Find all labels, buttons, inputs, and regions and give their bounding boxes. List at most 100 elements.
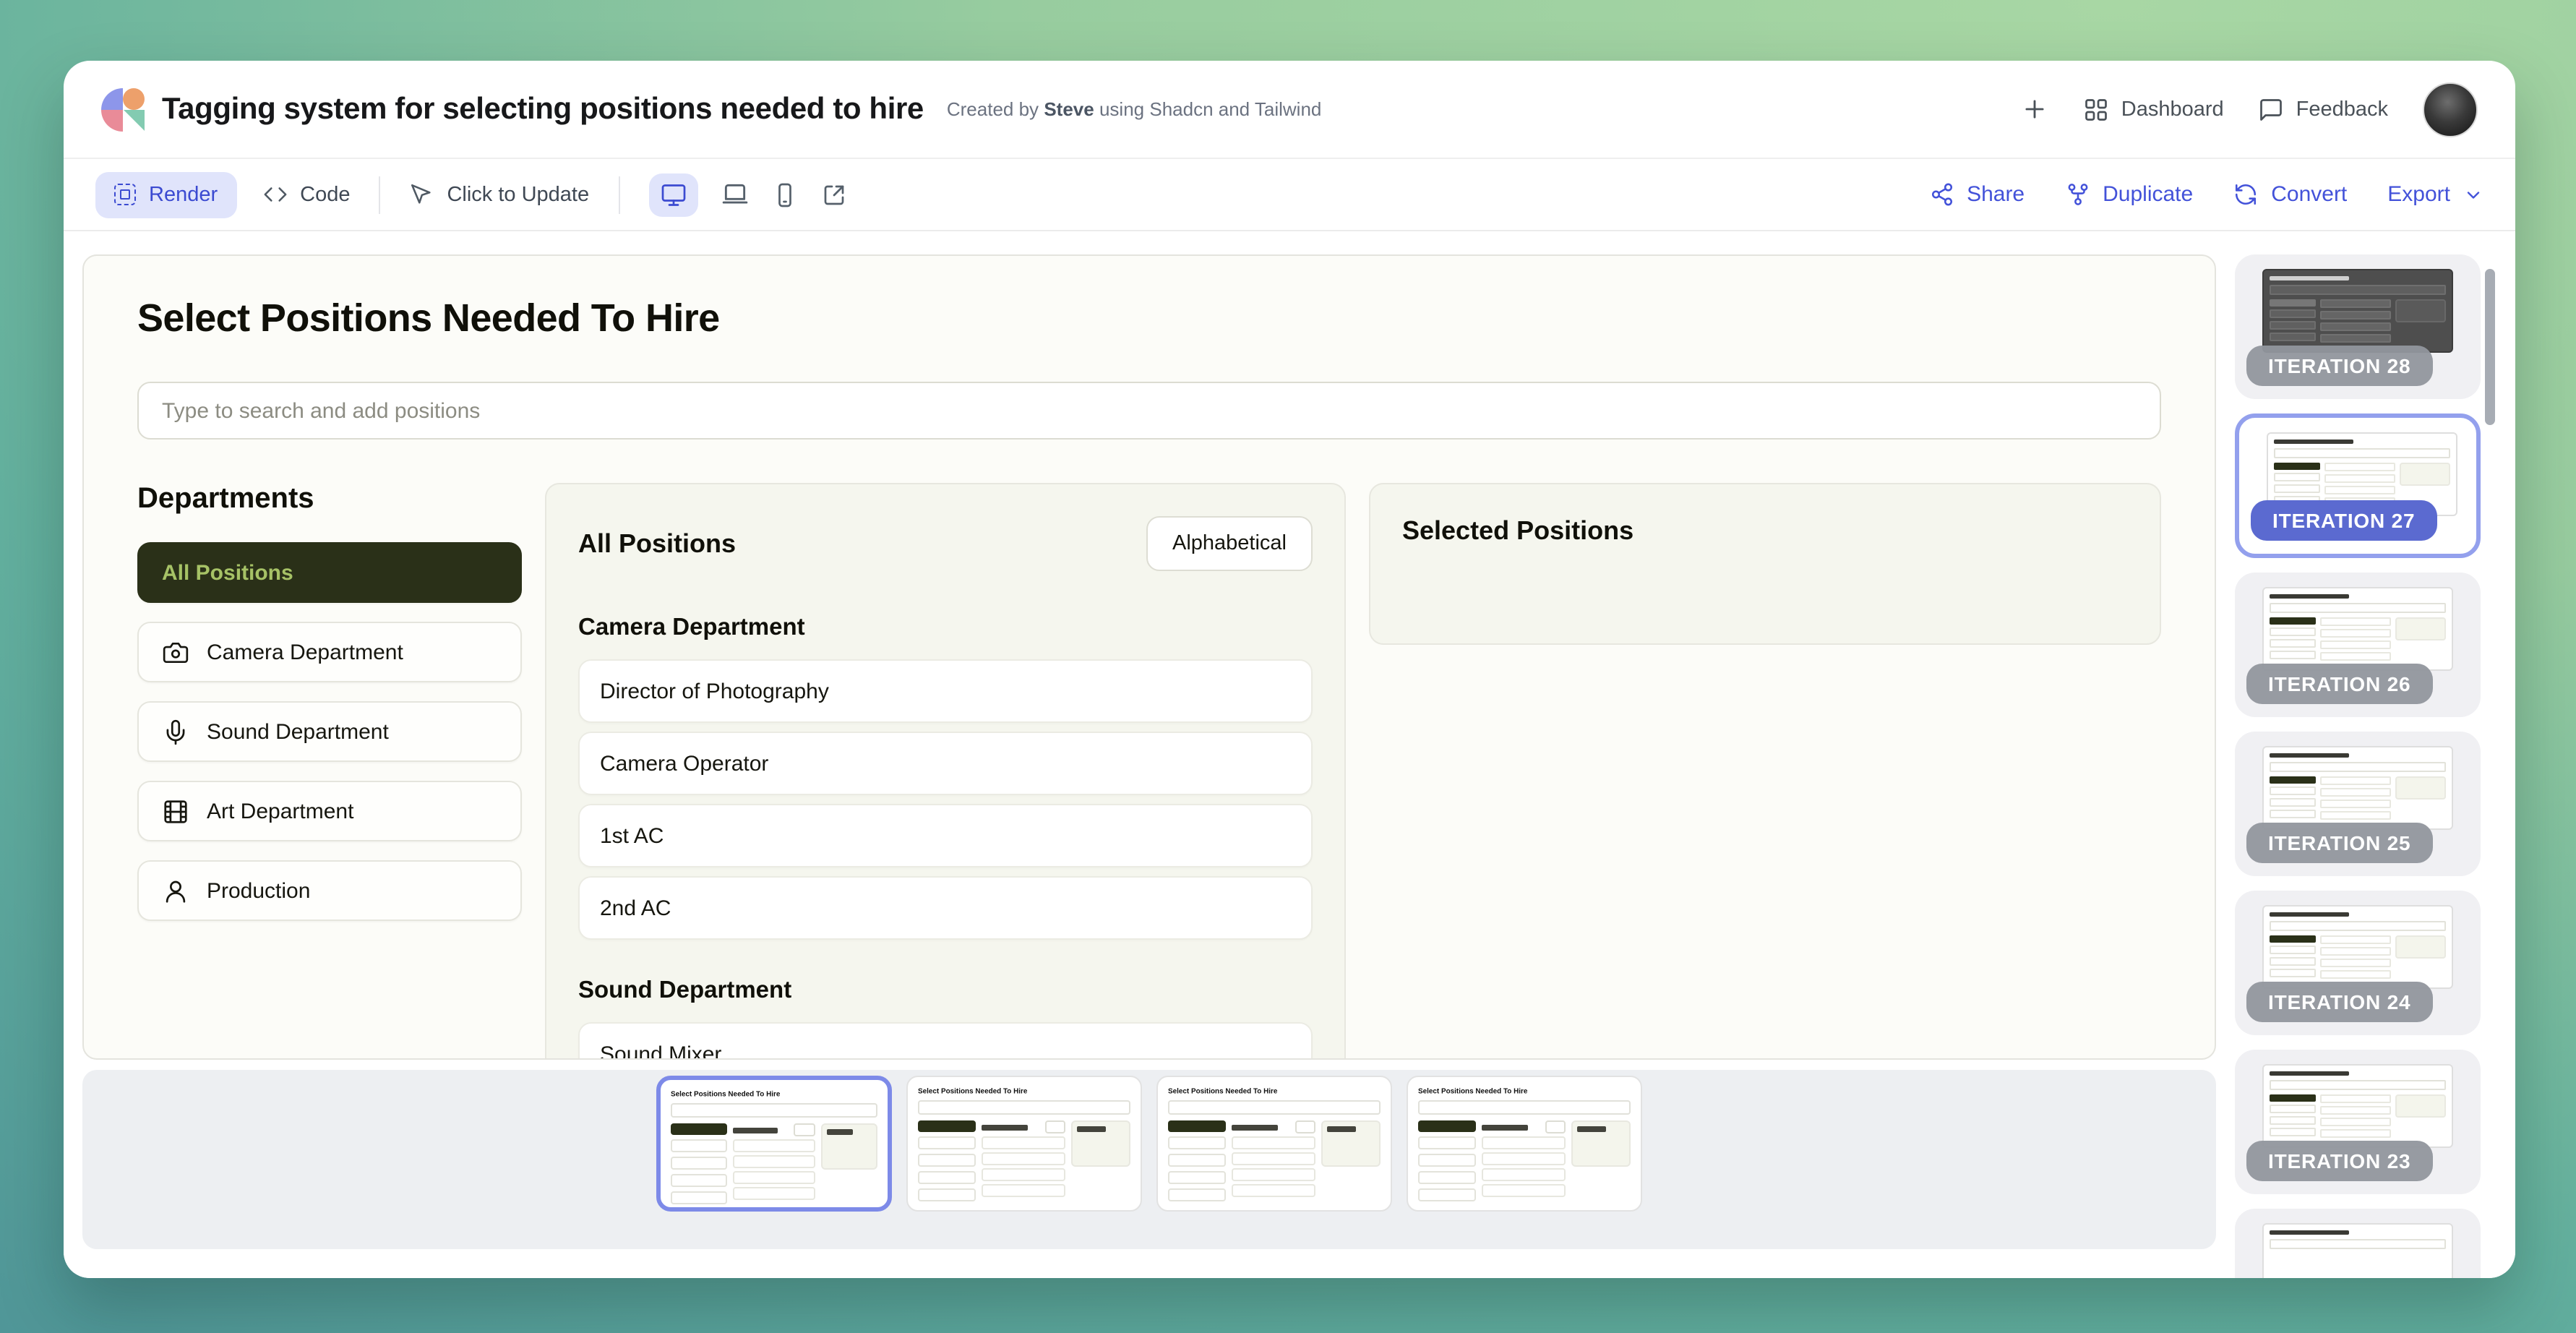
alphabetical-sort-button[interactable]: Alphabetical bbox=[1146, 516, 1313, 571]
iteration-label: ITERATION 23 bbox=[2246, 1141, 2432, 1181]
logo-quadrant bbox=[123, 109, 145, 131]
department-filter-camera[interactable]: Camera Department bbox=[137, 622, 522, 682]
all-positions-header: All Positions Alphabetical bbox=[578, 516, 1313, 571]
fork-icon bbox=[2065, 182, 2090, 207]
created-by-text: Created by Steve using Shadcn and Tailwi… bbox=[947, 98, 1322, 120]
convert-label: Convert bbox=[2271, 182, 2347, 207]
laptop-view-button[interactable] bbox=[721, 181, 748, 208]
version-thumbnail[interactable]: Select Positions Needed To Hire bbox=[1407, 1076, 1642, 1212]
position-item[interactable]: 2nd AC bbox=[578, 876, 1313, 940]
workspace: Select Positions Needed To Hire Departme… bbox=[64, 234, 2515, 1278]
iteration-thumbnail bbox=[2262, 905, 2453, 989]
feedback-button[interactable]: Feedback bbox=[2259, 96, 2388, 122]
app-window: Tagging system for selecting positions n… bbox=[64, 61, 2515, 1278]
toolbar-divider bbox=[618, 176, 619, 213]
app-title: Select Positions Needed To Hire bbox=[137, 296, 2161, 341]
user-avatar[interactable] bbox=[2423, 82, 2478, 137]
iterations-scrollbar[interactable] bbox=[2485, 269, 2495, 425]
feedback-label: Feedback bbox=[2296, 98, 2388, 121]
app-columns: Departments All Positions Camera Departm… bbox=[137, 483, 2161, 1060]
creator-name: Steve bbox=[1044, 98, 1094, 120]
all-positions-panel: All Positions Alphabetical Camera Depart… bbox=[545, 483, 1346, 1060]
header-actions: Dashboard Feedback bbox=[2022, 82, 2478, 137]
convert-button[interactable]: Convert bbox=[2233, 182, 2347, 207]
share-button[interactable]: Share bbox=[1929, 182, 2025, 207]
open-in-new-window-button[interactable] bbox=[820, 181, 846, 207]
device-toggle-group bbox=[648, 173, 846, 216]
magic-patterns-logo[interactable] bbox=[101, 87, 145, 131]
dashboard-label: Dashboard bbox=[2121, 98, 2224, 121]
department-label: Sound Department bbox=[207, 719, 389, 744]
thumbnail-search-bar bbox=[1168, 1100, 1381, 1115]
duplicate-button[interactable]: Duplicate bbox=[2065, 182, 2193, 207]
position-item[interactable]: Director of Photography bbox=[578, 659, 1313, 723]
film-icon bbox=[162, 797, 189, 825]
department-filter-production[interactable]: Production bbox=[137, 860, 522, 921]
code-icon bbox=[262, 182, 287, 207]
department-label: All Positions bbox=[162, 560, 293, 585]
dashboard-button[interactable]: Dashboard bbox=[2084, 96, 2224, 122]
iteration-card-27-selected[interactable]: ITERATION 27 bbox=[2235, 413, 2481, 558]
version-carousel: Select Positions Needed To Hire Select P… bbox=[82, 1070, 2216, 1249]
toolbar: Render Code Click to Update bbox=[64, 159, 2515, 231]
iteration-label: ITERATION 28 bbox=[2246, 346, 2432, 386]
camera-icon bbox=[162, 638, 189, 666]
cursor-icon bbox=[409, 182, 434, 207]
iteration-card-26[interactable]: ITERATION 26 bbox=[2235, 573, 2481, 717]
microphone-icon bbox=[162, 718, 189, 745]
toolbar-right-actions: Share Duplicate Convert Export bbox=[1929, 182, 2483, 207]
department-label: Camera Department bbox=[207, 640, 403, 664]
toolbar-divider bbox=[379, 176, 380, 213]
iteration-card-25[interactable]: ITERATION 25 bbox=[2235, 732, 2481, 876]
window-header: Tagging system for selecting positions n… bbox=[64, 61, 2515, 159]
render-icon bbox=[114, 184, 136, 205]
logo-quadrant bbox=[123, 87, 145, 109]
group-heading-camera: Camera Department bbox=[578, 614, 1313, 642]
code-tab[interactable]: Code bbox=[262, 182, 350, 207]
duplicate-label: Duplicate bbox=[2103, 182, 2193, 207]
grid-icon bbox=[2084, 96, 2110, 122]
iteration-card-partial[interactable] bbox=[2235, 1209, 2481, 1278]
version-thumbnail-selected[interactable]: Select Positions Needed To Hire bbox=[656, 1076, 892, 1212]
page-background: Tagging system for selecting positions n… bbox=[0, 0, 2576, 1333]
search-input[interactable] bbox=[137, 382, 2161, 440]
department-filter-sound[interactable]: Sound Department bbox=[137, 701, 522, 762]
iteration-label: ITERATION 24 bbox=[2246, 982, 2432, 1022]
departments-column: Departments All Positions Camera Departm… bbox=[137, 483, 522, 940]
selected-positions-panel: Selected Positions bbox=[1369, 483, 2161, 645]
click-to-update-label: Click to Update bbox=[447, 183, 589, 206]
iteration-card-24[interactable]: ITERATION 24 bbox=[2235, 891, 2481, 1035]
plus-icon[interactable] bbox=[2022, 95, 2049, 123]
speech-bubble-icon bbox=[2259, 96, 2285, 122]
iteration-thumbnail bbox=[2262, 1223, 2453, 1278]
version-thumbnail[interactable]: Select Positions Needed To Hire bbox=[906, 1076, 1142, 1212]
iteration-card-23[interactable]: ITERATION 23 bbox=[2235, 1050, 2481, 1194]
department-filter-all-positions[interactable]: All Positions bbox=[137, 542, 522, 603]
thumbnail-title: Select Positions Needed To Hire bbox=[1168, 1087, 1300, 1094]
render-tab[interactable]: Render bbox=[95, 171, 236, 218]
click-to-update-button[interactable]: Click to Update bbox=[409, 182, 589, 207]
app-preview-canvas: Select Positions Needed To Hire Departme… bbox=[82, 254, 2216, 1060]
department-filter-art[interactable]: Art Department bbox=[137, 781, 522, 841]
iteration-thumbnail bbox=[2262, 746, 2453, 830]
export-button[interactable]: Export bbox=[2387, 182, 2483, 207]
iteration-card-28[interactable]: ITERATION 28 bbox=[2235, 254, 2481, 399]
version-thumbnail[interactable]: Select Positions Needed To Hire bbox=[1156, 1076, 1392, 1212]
iteration-thumbnail bbox=[2262, 1064, 2453, 1148]
all-positions-title: All Positions bbox=[578, 528, 736, 559]
position-item[interactable]: 1st AC bbox=[578, 804, 1313, 867]
mobile-view-button[interactable] bbox=[771, 181, 797, 207]
code-label: Code bbox=[300, 183, 350, 206]
position-item[interactable]: Camera Operator bbox=[578, 732, 1313, 795]
iteration-label: ITERATION 26 bbox=[2246, 664, 2432, 704]
logo-quadrant bbox=[101, 109, 123, 131]
chevron-down-icon bbox=[2463, 184, 2483, 205]
position-item[interactable]: Sound Mixer bbox=[578, 1022, 1313, 1060]
desktop-view-button[interactable] bbox=[648, 173, 697, 216]
person-icon bbox=[162, 877, 189, 904]
refresh-icon bbox=[2233, 182, 2258, 207]
thumbnail-search-bar bbox=[918, 1100, 1130, 1115]
iteration-label: ITERATION 25 bbox=[2246, 823, 2432, 863]
iteration-thumbnail bbox=[2262, 587, 2453, 671]
thumbnail-title: Select Positions Needed To Hire bbox=[1418, 1087, 1550, 1094]
